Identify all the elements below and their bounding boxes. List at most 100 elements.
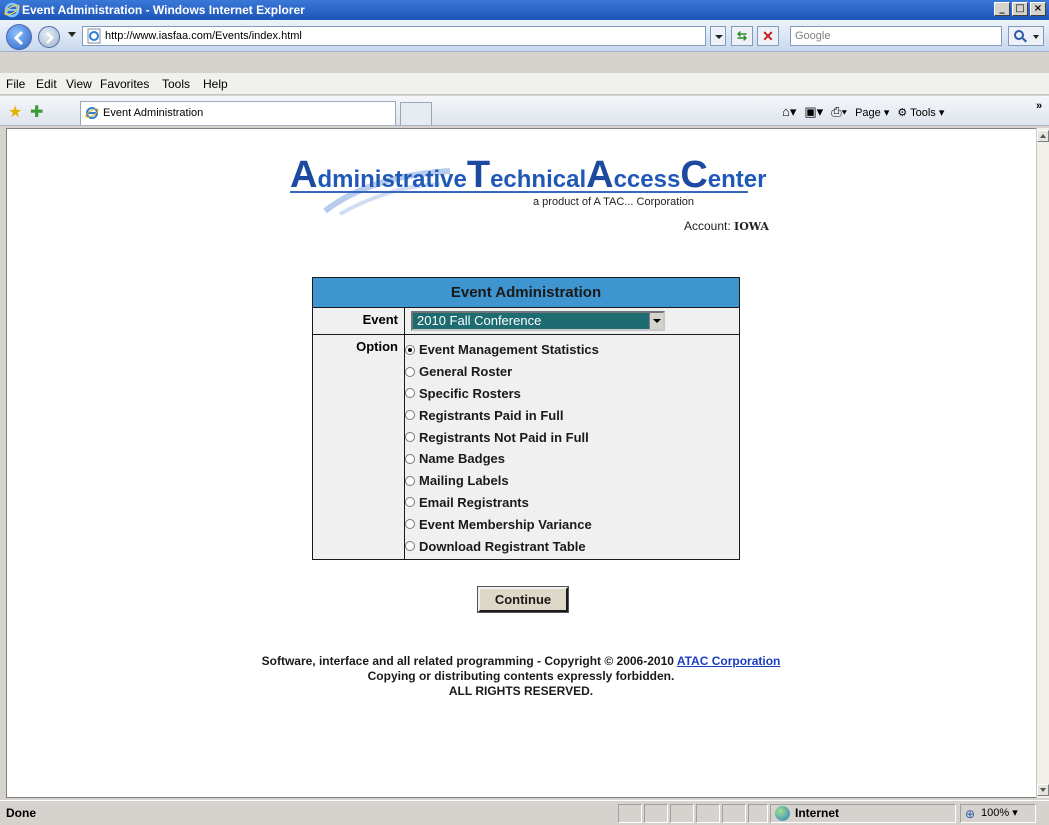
event-row: Event 2010 Fall Conference xyxy=(313,308,739,335)
option-general-roster[interactable]: General Roster xyxy=(405,361,739,383)
account-indicator: Account: IOWA xyxy=(684,219,769,233)
radio-button[interactable] xyxy=(405,388,415,399)
logo-underline xyxy=(290,191,748,193)
window-controls: _ □ × xyxy=(994,2,1046,16)
tab-label: Event Administration xyxy=(103,107,204,119)
menu-tools[interactable]: Tools xyxy=(162,77,190,91)
navigation-bar: http://www.iasfaa.com/Events/index.html … xyxy=(0,20,1049,52)
search-icon-handle xyxy=(1022,37,1027,43)
close-button[interactable]: × xyxy=(1030,2,1046,16)
radio-button[interactable] xyxy=(405,432,415,443)
scroll-up-icon[interactable] xyxy=(1037,130,1049,142)
maximize-button[interactable]: □ xyxy=(1012,2,1028,16)
copyright-line: Software, interface and all related prog… xyxy=(6,654,1036,669)
option-label-text: Event Membership Variance xyxy=(419,516,592,532)
status-cell xyxy=(722,804,746,823)
scroll-down-icon[interactable] xyxy=(1037,784,1049,796)
status-cell xyxy=(670,804,694,823)
gear-icon: ⚙ xyxy=(897,106,908,119)
radio-button[interactable] xyxy=(405,410,415,421)
tab-bar: ★ ✚ Event Administration ⌂▾ ▣▾ ⎙▾ Page ▾… xyxy=(0,96,1049,126)
print-icon[interactable]: ⎙▾ xyxy=(831,104,847,120)
atac-logo: AdministrativeTechnicalAccessCenter xyxy=(290,154,770,216)
favorites-star-icon[interactable]: ★ xyxy=(8,102,22,122)
security-zone[interactable]: Internet xyxy=(770,804,956,823)
more-commands-chevron-icon[interactable]: » xyxy=(1036,100,1042,112)
back-arrow-icon xyxy=(13,30,24,46)
panel-title: Event Administration xyxy=(313,278,739,308)
tools-menu[interactable]: ⚙ Tools ▾ xyxy=(897,106,944,119)
copyright-text: Software, interface and all related prog… xyxy=(261,654,674,668)
address-bar[interactable]: http://www.iasfaa.com/Events/index.html xyxy=(82,26,706,46)
chevron-down-icon[interactable] xyxy=(649,313,663,329)
zoom-level[interactable]: ⊕ 100% ▾ xyxy=(960,804,1036,823)
search-button[interactable] xyxy=(1008,26,1044,46)
option-name-badges[interactable]: Name Badges xyxy=(405,448,739,470)
page-menu[interactable]: Page ▾ xyxy=(855,106,889,119)
page-footer: Software, interface and all related prog… xyxy=(6,654,1036,699)
forward-button[interactable] xyxy=(38,26,60,48)
option-label-text: Event Management Statistics xyxy=(419,342,599,358)
option-event-membership-variance[interactable]: Event Membership Variance xyxy=(405,513,739,535)
minimize-button[interactable]: _ xyxy=(994,2,1010,16)
event-cell: 2010 Fall Conference xyxy=(405,308,739,334)
home-icon[interactable]: ⌂▾ xyxy=(782,104,796,120)
zoom-icon: ⊕ xyxy=(965,807,976,821)
menu-favorites[interactable]: Favorites xyxy=(100,77,149,91)
status-cell xyxy=(618,804,642,823)
event-admin-panel: Event Administration Event 2010 Fall Con… xyxy=(312,277,740,560)
menu-help[interactable]: Help xyxy=(203,77,228,91)
window-title-bar: Event Administration - Windows Internet … xyxy=(0,0,1049,20)
radio-button[interactable] xyxy=(405,475,415,486)
status-cell xyxy=(696,804,720,823)
menu-file[interactable]: File xyxy=(6,77,25,91)
radio-button[interactable] xyxy=(405,541,415,552)
option-registrants-not-paid-in-full[interactable]: Registrants Not Paid in Full xyxy=(405,426,739,448)
option-specific-rosters[interactable]: Specific Rosters xyxy=(405,383,739,405)
option-label-text: General Roster xyxy=(419,364,513,380)
event-select[interactable]: 2010 Fall Conference xyxy=(411,311,665,331)
search-placeholder: Google xyxy=(795,30,831,42)
radio-button[interactable] xyxy=(405,497,415,508)
continue-button[interactable]: Continue xyxy=(478,587,568,612)
logo-word-technical: echnical xyxy=(490,166,587,193)
add-favorites-icon[interactable]: ✚ xyxy=(30,102,43,122)
menu-edit[interactable]: Edit xyxy=(36,77,57,91)
back-button[interactable] xyxy=(6,24,32,50)
logo-letter-t: T xyxy=(466,154,491,196)
zone-label: Internet xyxy=(795,806,840,820)
tools-menu-label: Tools xyxy=(910,106,936,119)
new-tab-button[interactable] xyxy=(400,102,432,125)
radio-button[interactable] xyxy=(405,519,415,530)
refresh-icon[interactable]: ⇆ xyxy=(731,26,753,46)
atac-corporation-link[interactable]: ATAC Corporation xyxy=(677,654,781,668)
logo-letter-a: A xyxy=(290,154,318,196)
radio-button[interactable] xyxy=(405,344,415,355)
radio-button[interactable] xyxy=(405,453,415,464)
history-dropdown-icon[interactable] xyxy=(68,32,76,37)
status-bar: Done Internet ⊕ 100% ▾ xyxy=(0,800,1049,825)
option-mailing-labels[interactable]: Mailing Labels xyxy=(405,470,739,492)
tab-event-administration[interactable]: Event Administration xyxy=(80,101,396,125)
option-label: Option xyxy=(313,335,405,559)
option-label-text: Registrants Not Paid in Full xyxy=(419,429,589,445)
option-email-registrants[interactable]: Email Registrants xyxy=(405,492,739,514)
feeds-icon[interactable]: ▣▾ xyxy=(804,104,823,120)
window-title: Event Administration - Windows Internet … xyxy=(22,3,305,17)
vertical-scrollbar[interactable] xyxy=(1036,128,1049,798)
address-dropdown-icon[interactable] xyxy=(710,26,726,46)
page-ie-icon xyxy=(87,28,101,44)
stop-icon[interactable]: ✕ xyxy=(757,26,779,46)
option-download-registrant-table[interactable]: Download Registrant Table xyxy=(405,535,739,557)
radio-button[interactable] xyxy=(405,366,415,377)
status-cell xyxy=(748,804,768,823)
event-selected-value: 2010 Fall Conference xyxy=(417,313,542,328)
option-label-text: Specific Rosters xyxy=(419,385,521,401)
option-event-management-statistics[interactable]: Event Management Statistics xyxy=(405,339,739,361)
search-input[interactable]: Google xyxy=(790,26,1002,46)
option-row: Option Event Management Statistics Gener… xyxy=(313,335,739,559)
option-registrants-paid-in-full[interactable]: Registrants Paid in Full xyxy=(405,404,739,426)
option-radio-group: Event Management Statistics General Rost… xyxy=(405,335,739,559)
command-bar: ⌂▾ ▣▾ ⎙▾ Page ▾ ⚙ Tools ▾ xyxy=(782,104,944,120)
menu-view[interactable]: View xyxy=(66,77,92,91)
